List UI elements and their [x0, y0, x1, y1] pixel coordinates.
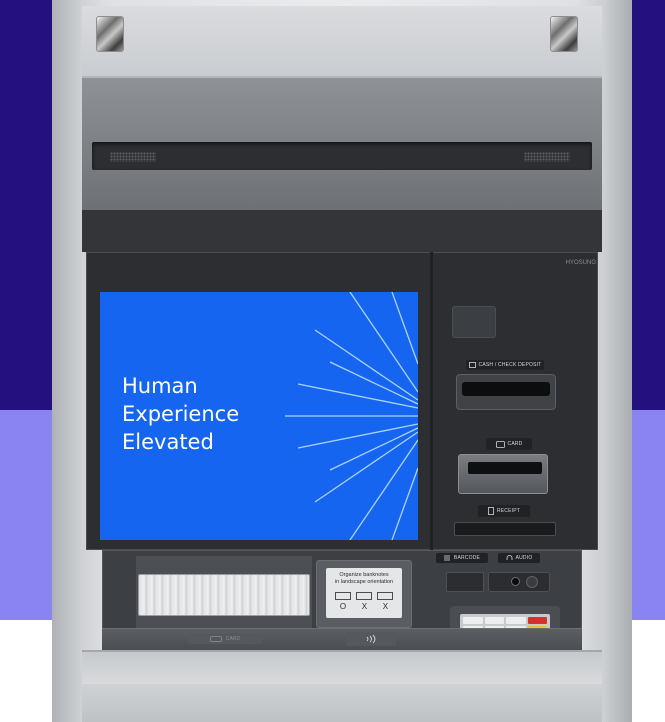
cabinet-side-right [602, 0, 632, 722]
barcode-reader[interactable] [446, 572, 484, 592]
audio-label: AUDIO [498, 553, 540, 563]
deposit-icon [468, 362, 476, 368]
transaction-shelf [102, 628, 582, 650]
receipt-icon [488, 507, 494, 515]
contactless-tap-decal[interactable] [346, 632, 396, 646]
orientation-mark: X [382, 602, 389, 611]
speaker-bar [92, 142, 592, 170]
card-hint-text: CARD [225, 636, 241, 642]
instruction-line-2: in landscape orientation [334, 579, 394, 585]
banknote-orientation-diagram [326, 592, 402, 600]
barcode-icon [444, 555, 450, 561]
audio-text: AUDIO [515, 555, 533, 561]
deposit-instruction-card: Organize banknotes in landscape orientat… [326, 568, 402, 618]
card-icon [210, 636, 222, 642]
audio-volume-button[interactable] [526, 576, 538, 588]
burst-ray [329, 361, 418, 405]
orientation-mark: O [339, 602, 347, 611]
banknote-icon [377, 592, 394, 600]
receipt-slot[interactable] [454, 522, 556, 536]
burst-ray [391, 292, 418, 365]
burst-ray [314, 431, 418, 503]
cabinet-side-left [52, 0, 82, 722]
orientation-mark: X [361, 602, 368, 611]
cash-deposit-text: CASH / CHECK DEPOSIT [478, 362, 542, 368]
cabinet-topper [82, 6, 602, 76]
bulk-deposit-slot[interactable] [138, 574, 310, 616]
speaker-grille-left [110, 152, 156, 162]
security-mirror-right [550, 16, 578, 52]
barcode-label: BARCODE [436, 553, 488, 563]
cabinet-base [82, 684, 602, 722]
pinpad-key[interactable] [484, 617, 504, 624]
contactless-reader[interactable] [452, 306, 496, 338]
tagline-line-1: Human [122, 374, 198, 398]
screen-tagline: Human Experience Elevated [122, 372, 292, 456]
card-text: CARD [507, 441, 523, 447]
security-mirror-left [96, 16, 124, 52]
pinpad-key[interactable] [463, 617, 483, 624]
receipt-label: RECEIPT [478, 505, 530, 517]
burst-ray [329, 427, 418, 471]
speaker-grille-right [524, 152, 570, 162]
tagline-line-3: Elevated [122, 430, 214, 454]
receipt-text: RECEIPT [496, 508, 521, 514]
burst-ray [391, 467, 418, 540]
card-hint-decal: CARD [188, 634, 262, 644]
cash-deposit-label: CASH / CHECK DEPOSIT [466, 360, 544, 370]
orientation-marks: O X X [326, 603, 402, 611]
manufacturer-logo: HYOSUNG [565, 260, 596, 266]
cabinet-lower-trim [82, 650, 602, 684]
headphone-jack[interactable] [511, 577, 520, 586]
touch-screen[interactable]: Human Experience Elevated [100, 292, 418, 540]
pinpad-cancel-key[interactable] [527, 617, 547, 624]
banknote-icon [355, 592, 372, 600]
cash-slot-opening[interactable] [462, 382, 550, 396]
barcode-text: BARCODE [453, 555, 481, 561]
instruction-line-1: Organize banknotes [339, 572, 389, 578]
card-label: CARD [486, 438, 532, 450]
fascia-divider [430, 252, 433, 550]
burst-ray [314, 329, 418, 401]
privacy-canopy [82, 210, 602, 252]
tagline-line-2: Experience [122, 402, 240, 426]
headphones-icon [506, 555, 512, 560]
banknote-icon [334, 592, 351, 600]
pinpad-key[interactable] [506, 617, 526, 624]
card-icon [495, 440, 505, 448]
contactless-icon [366, 634, 376, 644]
card-reader-bezel [458, 454, 548, 494]
card-slot[interactable] [468, 462, 542, 474]
